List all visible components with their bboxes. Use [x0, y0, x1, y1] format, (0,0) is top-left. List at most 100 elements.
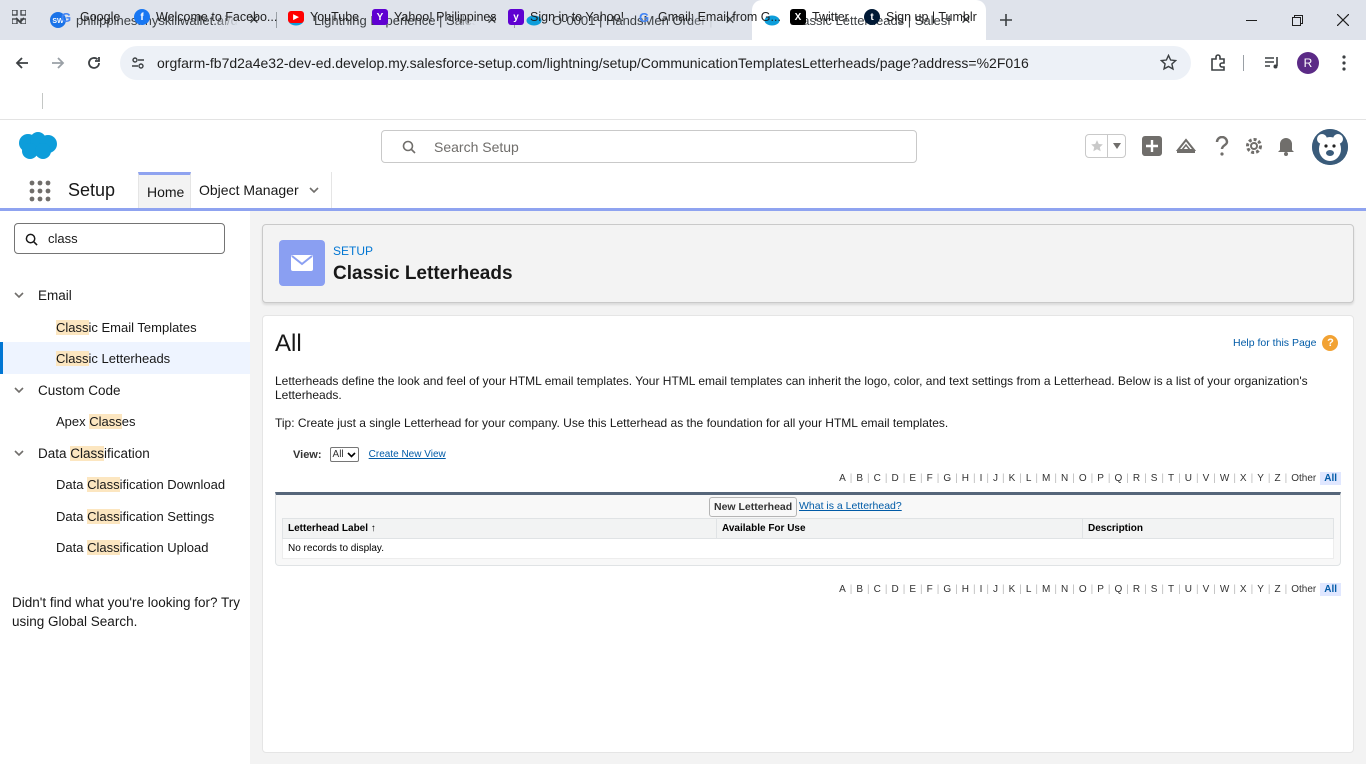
- create-new-view-link[interactable]: Create New View: [369, 449, 446, 460]
- alphabet-filter-p[interactable]: P: [1093, 584, 1108, 595]
- alphabet-filter-v[interactable]: V: [1199, 473, 1214, 484]
- site-settings-icon[interactable]: [130, 55, 146, 71]
- alphabet-filter-b[interactable]: B: [852, 473, 867, 484]
- alphabet-filter-other[interactable]: Other: [1287, 473, 1320, 484]
- restore-button[interactable]: [1274, 0, 1320, 40]
- bookmark-facebook[interactable]: f Welcome to Facebo...: [134, 7, 277, 27]
- alphabet-filter-d[interactable]: D: [888, 473, 903, 484]
- alphabet-filter-all[interactable]: All: [1320, 472, 1341, 485]
- app-launcher-button[interactable]: [29, 180, 51, 202]
- alphabet-filter-u[interactable]: U: [1181, 584, 1196, 595]
- address-bar[interactable]: orgfarm-fb7d2a4e32-dev-ed.develop.my.sal…: [120, 46, 1191, 80]
- chevron-down-icon[interactable]: [0, 447, 38, 459]
- quick-find-input[interactable]: class: [14, 223, 225, 254]
- profile-avatar[interactable]: R: [1297, 52, 1319, 74]
- alphabet-filter-o[interactable]: O: [1075, 473, 1091, 484]
- alphabet-filter-r[interactable]: R: [1129, 584, 1144, 595]
- bookmark-google[interactable]: G Google: [58, 7, 120, 27]
- tree-item-apex-classes[interactable]: Apex Classes: [0, 405, 250, 437]
- alphabet-filter-f[interactable]: F: [923, 584, 937, 595]
- browser-menu-button[interactable]: [1332, 51, 1356, 75]
- alphabet-filter-n[interactable]: N: [1057, 584, 1072, 595]
- alphabet-filter-z[interactable]: Z: [1270, 584, 1284, 595]
- bookmark-yahoo-ph[interactable]: Y Yahoo! Philippines: [372, 7, 497, 27]
- alphabet-filter-m[interactable]: M: [1038, 473, 1054, 484]
- alphabet-filter-e[interactable]: E: [905, 584, 920, 595]
- notifications-button[interactable]: [1274, 134, 1298, 158]
- alphabet-filter-i[interactable]: I: [976, 584, 987, 595]
- close-window-button[interactable]: [1320, 0, 1366, 40]
- bookmark-gmail[interactable]: G Gmail: Email from G...: [636, 7, 781, 27]
- tree-item-data-classification-settings[interactable]: Data Classification Settings: [0, 500, 250, 532]
- tree-item-data-classification-upload[interactable]: Data Classification Upload: [0, 531, 250, 563]
- global-actions-button[interactable]: [1140, 134, 1164, 158]
- reload-button[interactable]: [82, 51, 106, 75]
- alphabet-filter-w[interactable]: W: [1216, 473, 1233, 484]
- back-button[interactable]: [10, 51, 34, 75]
- media-controls-button[interactable]: [1260, 51, 1284, 75]
- alphabet-filter-u[interactable]: U: [1181, 473, 1196, 484]
- alphabet-filter-s[interactable]: S: [1147, 584, 1162, 595]
- alphabet-filter-f[interactable]: F: [923, 473, 937, 484]
- alphabet-filter-y[interactable]: Y: [1253, 473, 1268, 484]
- alphabet-filter-q[interactable]: Q: [1111, 473, 1127, 484]
- alphabet-filter-y[interactable]: Y: [1253, 584, 1268, 595]
- apps-button[interactable]: [12, 7, 26, 27]
- alphabet-filter-p[interactable]: P: [1093, 473, 1108, 484]
- help-button[interactable]: [1210, 134, 1234, 158]
- alphabet-filter-s[interactable]: S: [1147, 473, 1162, 484]
- alphabet-filter-x[interactable]: X: [1236, 584, 1251, 595]
- tree-section-custom-code[interactable]: Custom Code: [0, 376, 121, 404]
- what-is-letterhead-link[interactable]: What is a Letterhead?: [799, 500, 902, 512]
- alphabet-filter-n[interactable]: N: [1057, 473, 1072, 484]
- bookmark-yahoo-signin[interactable]: y Sign in to Yahoo!: [508, 7, 624, 27]
- alphabet-filter-c[interactable]: C: [870, 584, 885, 595]
- alphabet-filter-a[interactable]: A: [835, 473, 850, 484]
- tree-item-classic-letterheads[interactable]: Classic Letterheads: [0, 342, 250, 374]
- alphabet-filter-t[interactable]: T: [1164, 584, 1178, 595]
- nav-tab-object-manager[interactable]: Object Manager: [191, 172, 332, 208]
- trailhead-button[interactable]: [1174, 134, 1198, 158]
- tree-section-email[interactable]: Email: [0, 281, 72, 309]
- alphabet-filter-i[interactable]: I: [976, 473, 987, 484]
- horizontal-scrollbar[interactable]: [0, 764, 1366, 768]
- alphabet-filter-e[interactable]: E: [905, 473, 920, 484]
- star-icon[interactable]: [1160, 54, 1177, 71]
- bookmark-youtube[interactable]: ▶ YouTube: [288, 7, 359, 27]
- alphabet-filter-q[interactable]: Q: [1111, 584, 1127, 595]
- tree-section-data-classification[interactable]: Data Classification: [0, 439, 150, 467]
- alphabet-filter-v[interactable]: V: [1199, 584, 1214, 595]
- alphabet-filter-j[interactable]: J: [989, 584, 1002, 595]
- view-select[interactable]: All: [329, 447, 359, 462]
- alphabet-filter-g[interactable]: G: [939, 473, 955, 484]
- column-header-description[interactable]: Description: [1082, 518, 1334, 539]
- alphabet-filter-h[interactable]: H: [958, 584, 973, 595]
- chevron-down-icon[interactable]: [0, 384, 38, 396]
- alphabet-filter-w[interactable]: W: [1216, 584, 1233, 595]
- new-letterhead-button[interactable]: New Letterhead: [709, 497, 798, 517]
- column-header-available-for-use[interactable]: Available For Use: [716, 518, 1083, 539]
- alphabet-filter-d[interactable]: D: [888, 584, 903, 595]
- alphabet-filter-r[interactable]: R: [1129, 473, 1144, 484]
- alphabet-filter-o[interactable]: O: [1075, 584, 1091, 595]
- alphabet-filter-x[interactable]: X: [1236, 473, 1251, 484]
- tree-item-classic-email-templates[interactable]: Classic Email Templates: [0, 311, 250, 343]
- alphabet-filter-other[interactable]: Other: [1287, 584, 1320, 595]
- alphabet-filter-z[interactable]: Z: [1270, 473, 1284, 484]
- alphabet-filter-g[interactable]: G: [939, 584, 955, 595]
- alphabet-filter-t[interactable]: T: [1164, 473, 1178, 484]
- alphabet-filter-m[interactable]: M: [1038, 584, 1054, 595]
- favorites-button[interactable]: [1085, 134, 1126, 158]
- search-setup-input[interactable]: Search Setup: [381, 130, 917, 163]
- salesforce-logo[interactable]: [16, 131, 58, 161]
- column-header-letterhead-label[interactable]: Letterhead Label ↑: [282, 518, 717, 539]
- alphabet-filter-a[interactable]: A: [835, 584, 850, 595]
- alphabet-filter-k[interactable]: K: [1005, 473, 1020, 484]
- alphabet-filter-all[interactable]: All: [1320, 583, 1341, 596]
- alphabet-filter-c[interactable]: C: [870, 473, 885, 484]
- alphabet-filter-l[interactable]: L: [1022, 584, 1036, 595]
- chevron-down-icon[interactable]: [0, 289, 38, 301]
- help-for-page-link[interactable]: Help for this Page ?: [1233, 335, 1339, 351]
- alphabet-filter-k[interactable]: K: [1005, 584, 1020, 595]
- chevron-down-icon[interactable]: [1108, 135, 1125, 157]
